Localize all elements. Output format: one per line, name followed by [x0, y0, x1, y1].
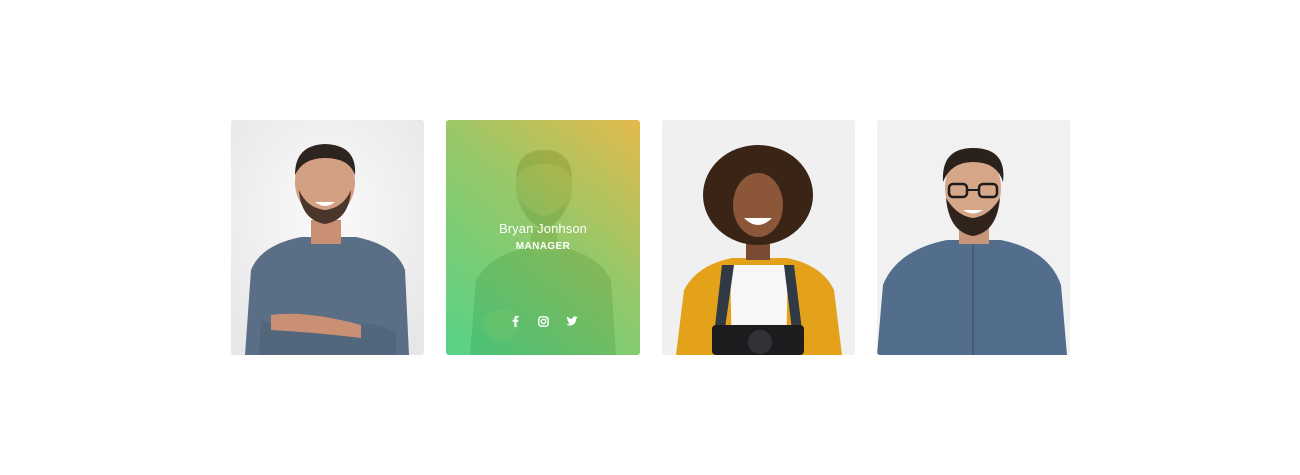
team-member-card[interactable] [231, 120, 424, 355]
team-grid: Bryan Jonhson MANAGER [231, 120, 1070, 355]
member-info: Bryan Jonhson MANAGER [446, 120, 640, 355]
team-member-card[interactable] [877, 120, 1070, 355]
member-role: MANAGER [515, 241, 571, 252]
member-photo [877, 120, 1070, 355]
twitter-icon[interactable] [563, 313, 579, 329]
facebook-icon[interactable] [507, 313, 523, 329]
member-photo [662, 120, 855, 355]
social-links [446, 313, 640, 329]
team-member-card-active[interactable]: Bryan Jonhson MANAGER [446, 120, 640, 355]
member-name: Bryan Jonhson [498, 221, 588, 236]
team-member-card[interactable] [662, 120, 855, 355]
instagram-icon[interactable] [535, 313, 551, 329]
member-photo [231, 120, 424, 355]
